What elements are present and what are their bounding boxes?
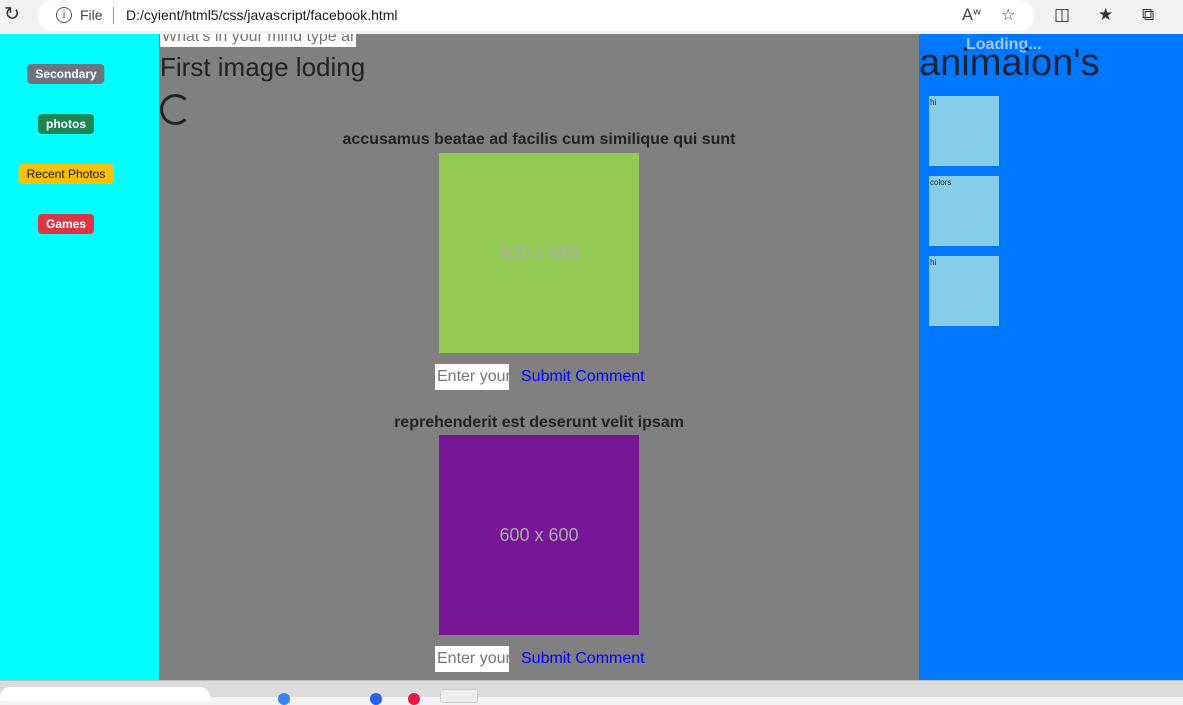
page-content: Secondary photos Recent Photos Games Fir… [0,34,1183,680]
url-text[interactable]: D:/cyient/html5/css/javascript/facebook.… [126,7,398,23]
sidebar-button-recent-photos[interactable]: Recent Photos [18,164,114,184]
main-feed: First image loding accusamus beatae ad f… [159,34,919,680]
submit-comment-link[interactable]: Submit Comment [521,368,645,386]
submit-comment-link[interactable]: Submit Comment [521,650,645,668]
info-icon[interactable]: i [56,7,72,23]
taskbar-app-icon[interactable] [370,693,382,705]
post-input[interactable] [160,34,356,47]
taskbar-app-icon[interactable] [408,693,420,705]
bottom-tab[interactable] [0,687,210,701]
card-image: 600 x 600 [439,435,639,635]
split-screen-icon[interactable]: ◫ [1054,5,1070,25]
comment-input[interactable] [435,364,509,390]
animation-tile: colors [929,176,999,246]
card-image: 600 x 600 [439,153,639,353]
animation-tile: hi [929,96,999,166]
browser-toolbar: ↻ i File D:/cyient/html5/css/javascript/… [0,0,1183,34]
url-scheme: File [80,7,103,23]
sidebar-button-secondary[interactable]: Secondary [27,64,105,84]
sidebar-button-photos[interactable]: photos [38,114,94,134]
page-heading: First image loding [160,52,366,82]
card-title: accusamus beatae ad facilis cum similiqu… [342,131,736,148]
sidebar-button-games[interactable]: Games [37,214,95,234]
read-aloud-icon[interactable]: Aʷ [962,5,981,24]
image-placeholder-text: 600 x 600 [499,242,579,263]
loading-spinner-icon [160,94,191,125]
animation-tile: hi [929,256,999,326]
bottom-bar [0,680,1183,705]
card-title: reprehenderit est deserunt velit ipsam [394,414,684,431]
taskbar-app-icon[interactable] [440,689,478,703]
reload-icon[interactable]: ↻ [2,5,22,25]
address-bar[interactable]: i File D:/cyient/html5/css/javascript/fa… [38,0,1034,31]
left-sidebar: Secondary photos Recent Photos Games [0,34,159,680]
animation-title: animaion's [919,42,1100,84]
taskbar-app-icon[interactable] [278,693,290,705]
favorites-icon[interactable]: ★ [1098,5,1113,25]
comment-input[interactable] [435,646,509,672]
image-placeholder-text: 600 x 600 [499,524,579,545]
divider [113,7,114,24]
collections-icon[interactable]: ⧉ [1142,5,1154,25]
right-panel: Loading... animaion's hi colors hi [919,34,1183,680]
favorite-star-icon[interactable]: ☆ [1001,5,1015,24]
